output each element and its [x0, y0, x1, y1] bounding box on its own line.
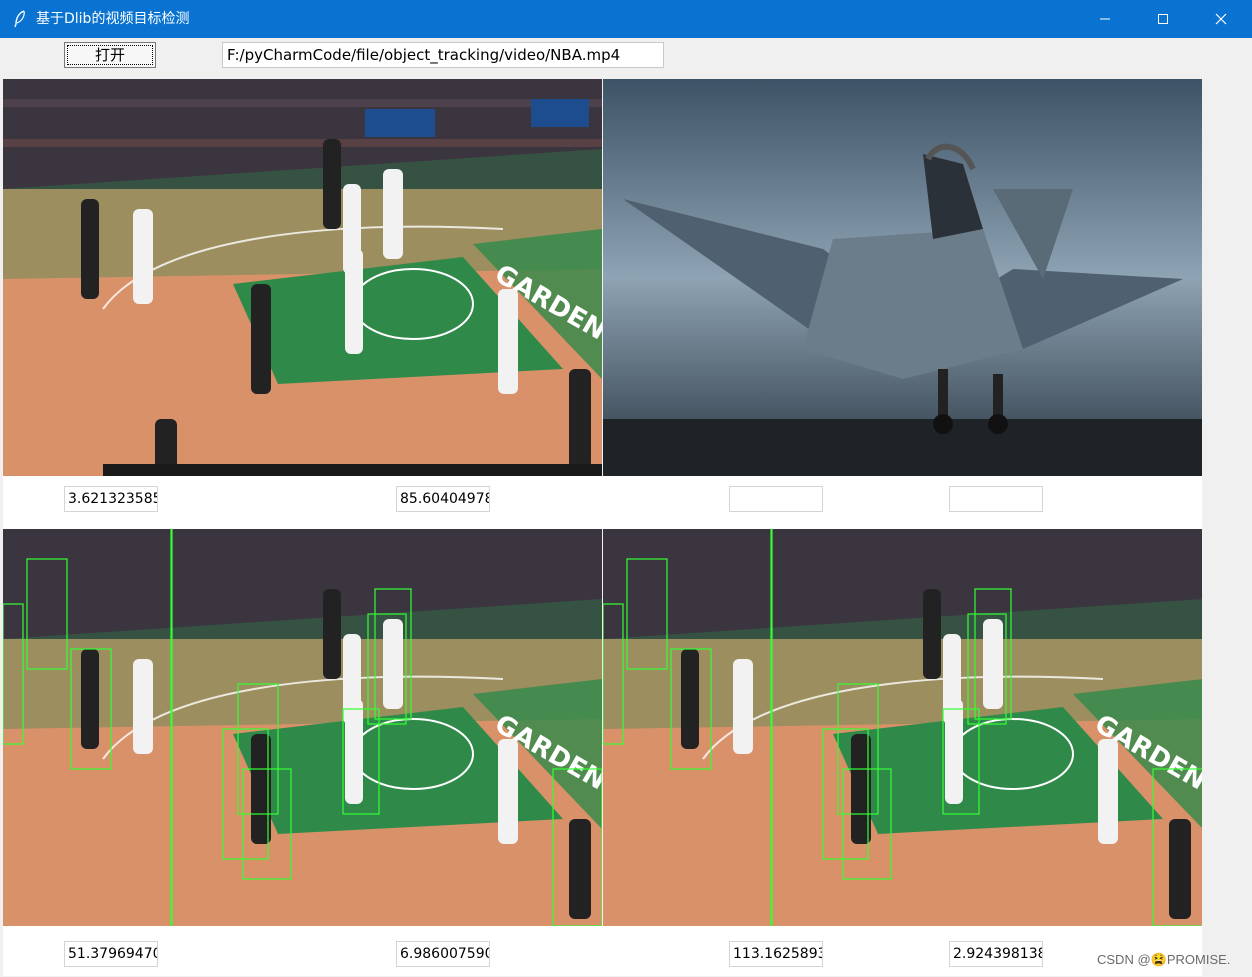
value-field-2[interactable]: 85.60404978 [396, 486, 490, 512]
value-field-5[interactable]: 51.37969470 [64, 941, 158, 967]
value-field-1[interactable]: 3.621323585 [64, 486, 158, 512]
fighter-jet-image [603, 79, 1202, 476]
open-button[interactable]: 打开 [64, 42, 156, 68]
maximize-icon [1158, 14, 1168, 24]
basketball-detection-frame-b: GARDEN [603, 529, 1202, 926]
csdn-watermark: CSDN @😫PROMISE. [1097, 952, 1231, 967]
basketball-detection-frame-a: GARDEN [3, 529, 602, 926]
close-icon [1215, 13, 1227, 25]
title-bar: 基于Dlib的视频目标检测 [0, 0, 1252, 38]
panel-original-video: GARDEN [3, 79, 602, 476]
value-field-6[interactable]: 6.986007590 [396, 941, 490, 967]
minimize-icon [1100, 18, 1110, 20]
panel-reference-image [603, 79, 1202, 476]
value-field-3[interactable] [729, 486, 823, 512]
value-field-4[interactable] [949, 486, 1043, 512]
basketball-frame: GARDEN [3, 79, 602, 476]
file-path-field[interactable]: F:/pyCharmCode/file/object_tracking/vide… [222, 42, 664, 68]
maximize-button[interactable] [1134, 0, 1192, 38]
value-field-7[interactable]: 113.1625893 [729, 941, 823, 967]
feather-icon [14, 10, 25, 28]
close-button[interactable] [1192, 0, 1250, 38]
value-field-8[interactable]: 2.924398138 [949, 941, 1043, 967]
panel-detection-a: GARDEN [3, 529, 602, 926]
panel-detection-b: GARDEN [603, 529, 1202, 926]
window-title: 基于Dlib的视频目标检测 [36, 11, 190, 27]
minimize-button[interactable] [1076, 0, 1134, 38]
